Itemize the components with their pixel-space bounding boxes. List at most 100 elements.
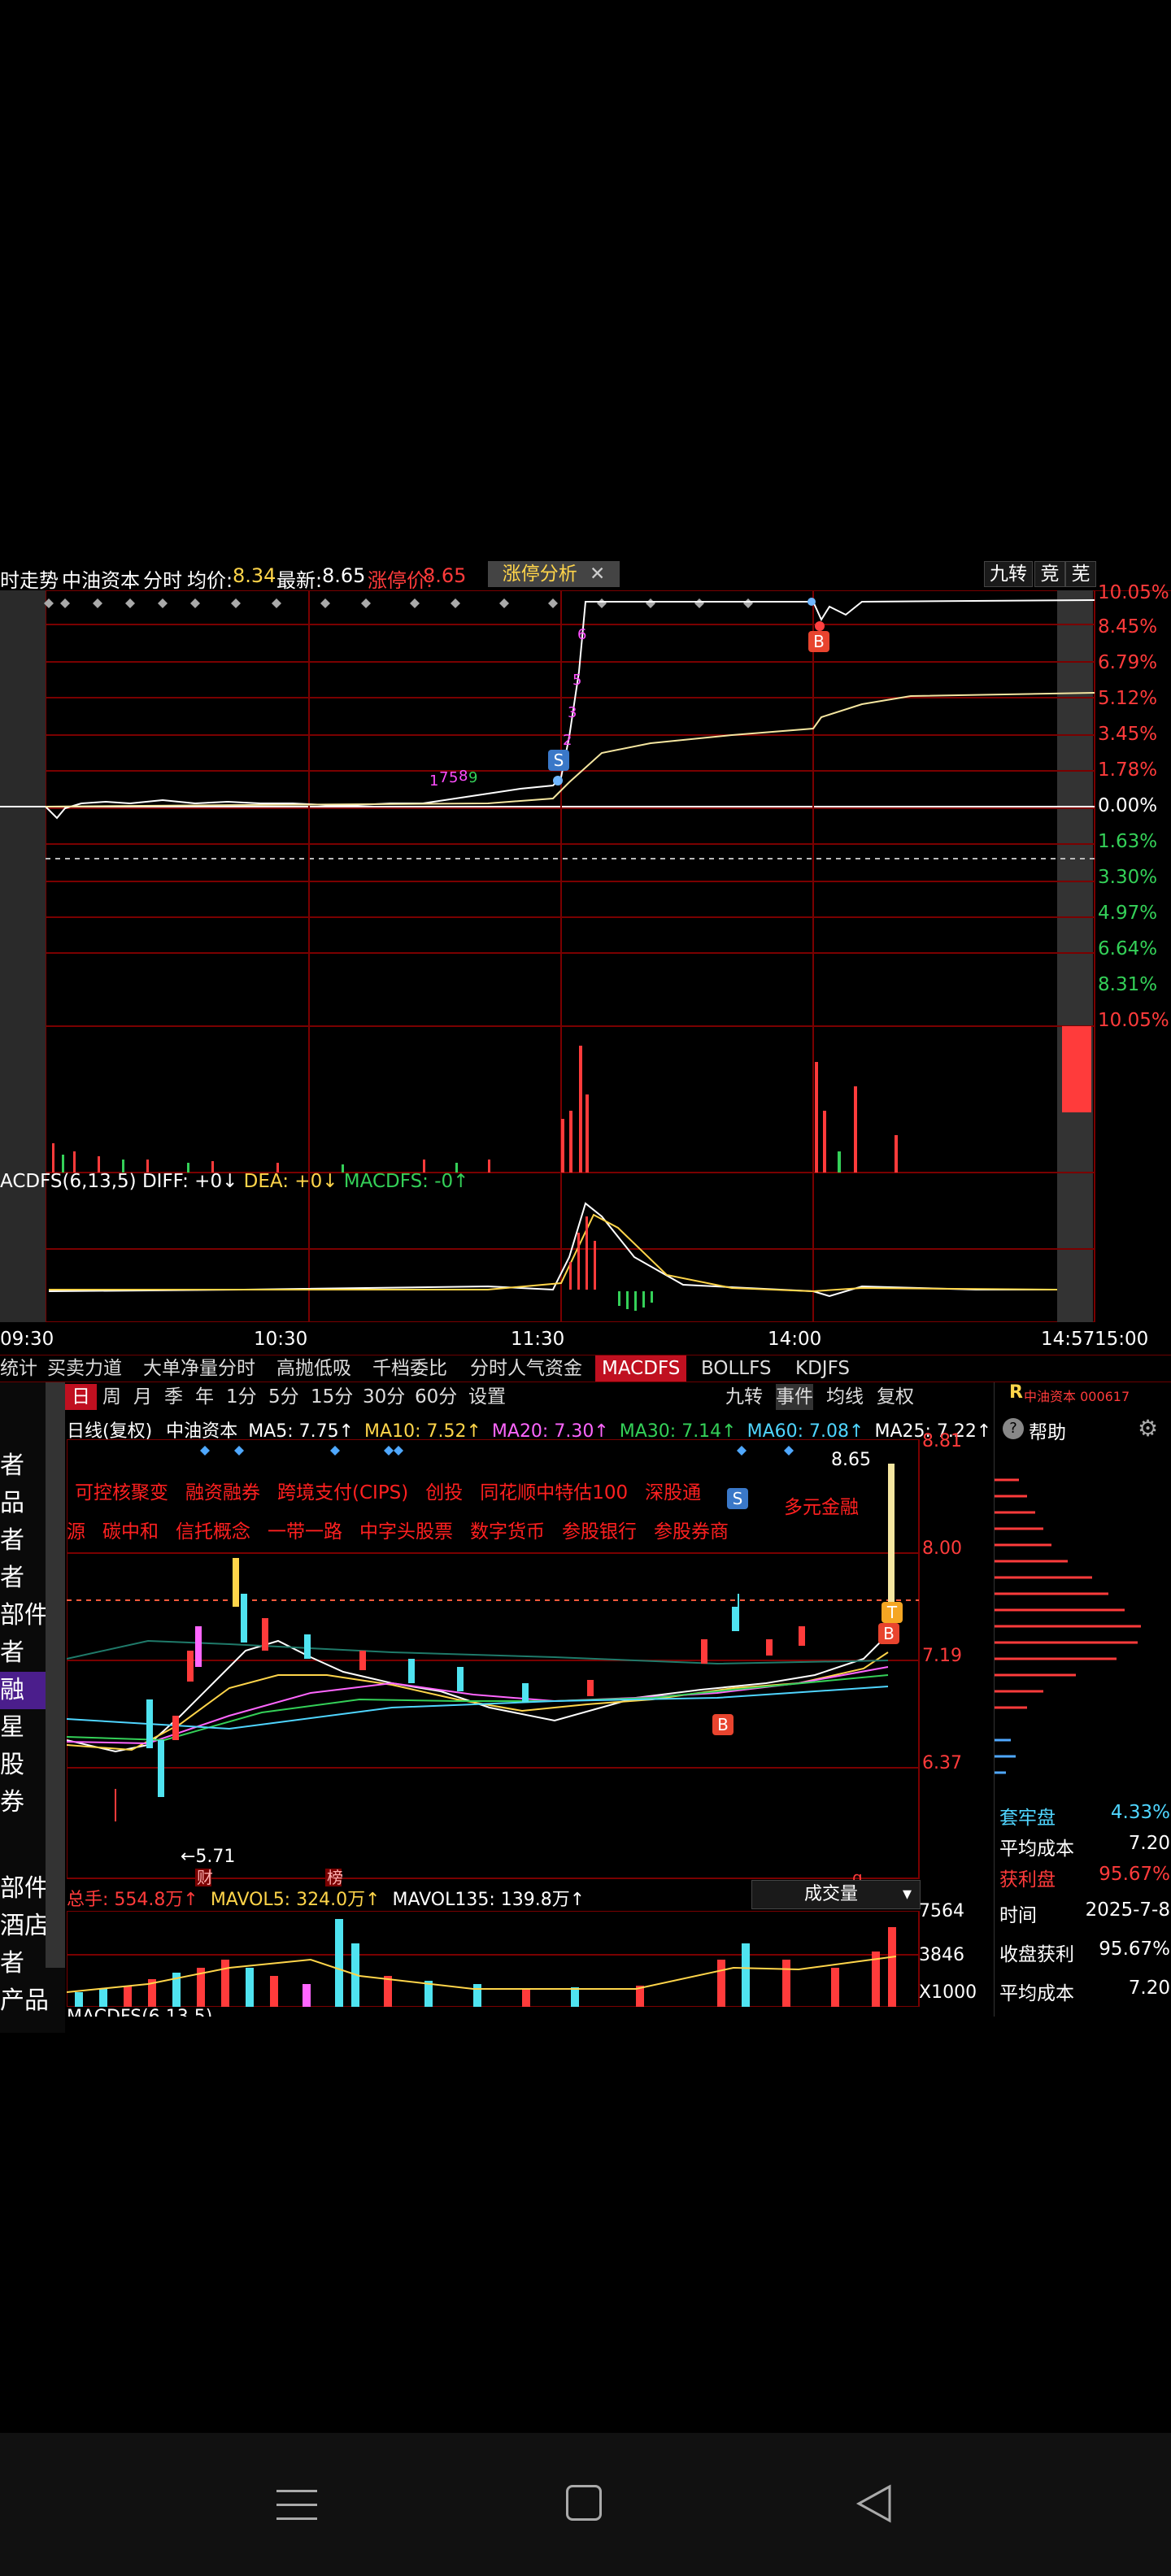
concept-tag[interactable]: 信托概念 [176,1521,250,1543]
low-price-mark: ←5.71 [181,1847,235,1867]
pct-label: 6.79% [1098,652,1158,673]
pct-label: 1.63% [1098,831,1158,852]
stat-profit-label: 获利盘 [999,1869,1056,1891]
period-day[interactable]: 日 [65,1384,97,1410]
tab-bollfs[interactable]: BOLLFS [701,1355,772,1382]
pct-label: 3.30% [1098,867,1158,888]
concept-tag[interactable]: 深股通 [645,1482,701,1503]
stat-trapped: 套牢盘 4.33% [999,1802,1170,1833]
price-label: 8.81 [922,1431,962,1451]
vol-scale-label: 7564 [919,1901,964,1921]
tab-stats[interactable]: 统计 [0,1355,37,1382]
pct-label: 4.97% [1098,903,1158,924]
vol-scale-label: 3846 [919,1945,964,1965]
ma-toggle[interactable]: 均线 [826,1384,864,1410]
time-label: 11:30 [511,1329,565,1350]
kline-grid [67,1552,919,1769]
adjust-toggle[interactable]: 复权 [877,1384,914,1410]
concept-tag[interactable]: 参股券商 [654,1521,729,1543]
tab-popularity-fund[interactable]: 分时人气资金 [470,1355,582,1382]
tab-buy-sell-power[interactable]: 买卖力道 [47,1355,122,1382]
time-axis: 09:30 10:30 11:30 14:00 14:57 15:00 [0,1329,1171,1353]
concept-tag[interactable]: 可控核聚变 [75,1482,168,1503]
avg-cost-label: 平均成本 [999,1983,1074,2004]
home-icon[interactable] [566,2485,602,2521]
volume-bars-green [62,1151,841,1173]
sidebar-item[interactable]: 产品 [0,1982,65,2020]
concept-tag[interactable]: 碳中和 [102,1521,159,1543]
concept-tag[interactable]: 融资融券 [185,1482,260,1503]
concept-tag[interactable]: 参股银行 [562,1521,637,1543]
period-settings[interactable]: 设置 [468,1384,506,1410]
period-month[interactable]: 月 [133,1384,152,1410]
concept-tag[interactable]: 一带一路 [268,1521,342,1543]
system-nav-bar [0,2433,1171,2576]
price-label: 7.19 [922,1646,962,1666]
pct-label: 6.64% [1098,938,1158,959]
period-60min[interactable]: 60分 [415,1384,457,1410]
tab-big-order[interactable]: 大单净量分时 [143,1355,255,1382]
concept-tag[interactable]: 创投 [425,1482,463,1503]
concept-tag[interactable]: 中字头股票 [359,1521,453,1543]
chip-detail: 时间 2025-7-8 收盘获利 95.67% 平均成本 7.20 [999,1899,1170,2017]
jiuzhuan-toggle[interactable]: 九转 [725,1384,763,1410]
kline-markers: S B B T [712,1488,903,1735]
period-week[interactable]: 周 [102,1384,121,1410]
help-label[interactable]: 帮助 [1029,1416,1066,1444]
period-5min[interactable]: 5分 [268,1384,299,1410]
help-icon[interactable]: ? [1003,1418,1024,1439]
kline-marker-s: S [733,1489,743,1508]
stat-avg-cost-value: 7.20 [1128,1833,1170,1854]
pct-label: 1.78% [1098,759,1158,781]
tab-macdfs[interactable]: MACDFS [595,1355,687,1382]
stat-profit-value: 95.67% [1099,1864,1170,1885]
pct-label: 10.05% [1098,1010,1169,1031]
volume-chart[interactable] [67,1911,921,2007]
macd-legend: ACDFS(6,13,5) DIFF: +0↓ DEA: +0↓ MACDFS:… [0,1171,468,1192]
close-profit-label: 收盘获利 [999,1944,1074,1965]
concept-tag[interactable]: 源 [67,1521,85,1543]
macd-value: MACDFS: -0↑ [343,1171,469,1192]
back-icon[interactable] [854,2483,895,2524]
tab-high-low[interactable]: 高抛低吸 [276,1355,351,1382]
menu-icon[interactable] [276,2485,317,2522]
avg-cost-value: 7.20 [1128,1978,1170,1999]
time-label: 10:30 [254,1329,308,1350]
concept-tag-industry[interactable]: 多元金融 [784,1491,859,1519]
concept-tag[interactable]: 数字货币 [470,1521,545,1543]
event-toggle[interactable]: 事件 [776,1384,813,1410]
pct-label: 10.05% [1098,582,1169,603]
stat-avg-cost: 平均成本 7.20 [999,1833,1170,1864]
macd-dea-line [49,1213,1058,1293]
concept-tag[interactable]: 同花顺中特估100 [480,1482,628,1503]
price-label: 8.00 [922,1538,962,1559]
tab-depth-ratio[interactable]: 千档委比 [372,1355,447,1382]
kline-marker-b2: B [883,1624,895,1643]
period-1min[interactable]: 1分 [226,1384,257,1410]
period-15min[interactable]: 15分 [311,1384,353,1410]
chip-brand: 中油资本 000617 [1024,1389,1130,1404]
stat-profit: 获利盘 95.67% [999,1864,1170,1895]
period-quarter[interactable]: 季 [164,1384,183,1410]
period-year[interactable]: 年 [195,1384,214,1410]
r-logo: R [1009,1382,1023,1403]
concept-tag[interactable]: 跨境支付(CIPS) [277,1482,408,1503]
sidebar-scrollbar[interactable] [46,1382,65,1968]
time-label: 15:00 [1095,1329,1149,1350]
chip-panel: 中油资本 000617 R ? 帮助 ⚙ 套牢盘 4.33% 平均成本 7.20 [994,1382,1171,2017]
date-label: 时间 [999,1905,1037,1926]
period-30min[interactable]: 30分 [363,1384,405,1410]
macd-hist-green [618,1291,653,1311]
period-tabs: 日 周 月 季 年 1分 5分 15分 30分 60分 设置 九转 事件 均线 … [65,1384,919,1410]
pct-label: 8.45% [1098,616,1158,637]
time-label: 14:00 [768,1329,822,1350]
concept-tags-row1: 可控核聚变 融资融券 跨境支付(CIPS) 创投 同花顺中特估100 深股通 [75,1477,701,1504]
pct-label: 8.31% [1098,974,1158,995]
kline-marker-t: T [886,1603,898,1622]
indicator-selector[interactable]: 成交量 ▾ [751,1880,921,1909]
tab-kdjfs[interactable]: KDJFS [795,1355,850,1382]
indicator-selector-value: 成交量 [804,1884,859,1904]
price-label: 6.37 [922,1753,962,1773]
macd-dea: DEA: +0↓ [243,1171,338,1192]
gear-icon[interactable]: ⚙ [1138,1415,1158,1442]
